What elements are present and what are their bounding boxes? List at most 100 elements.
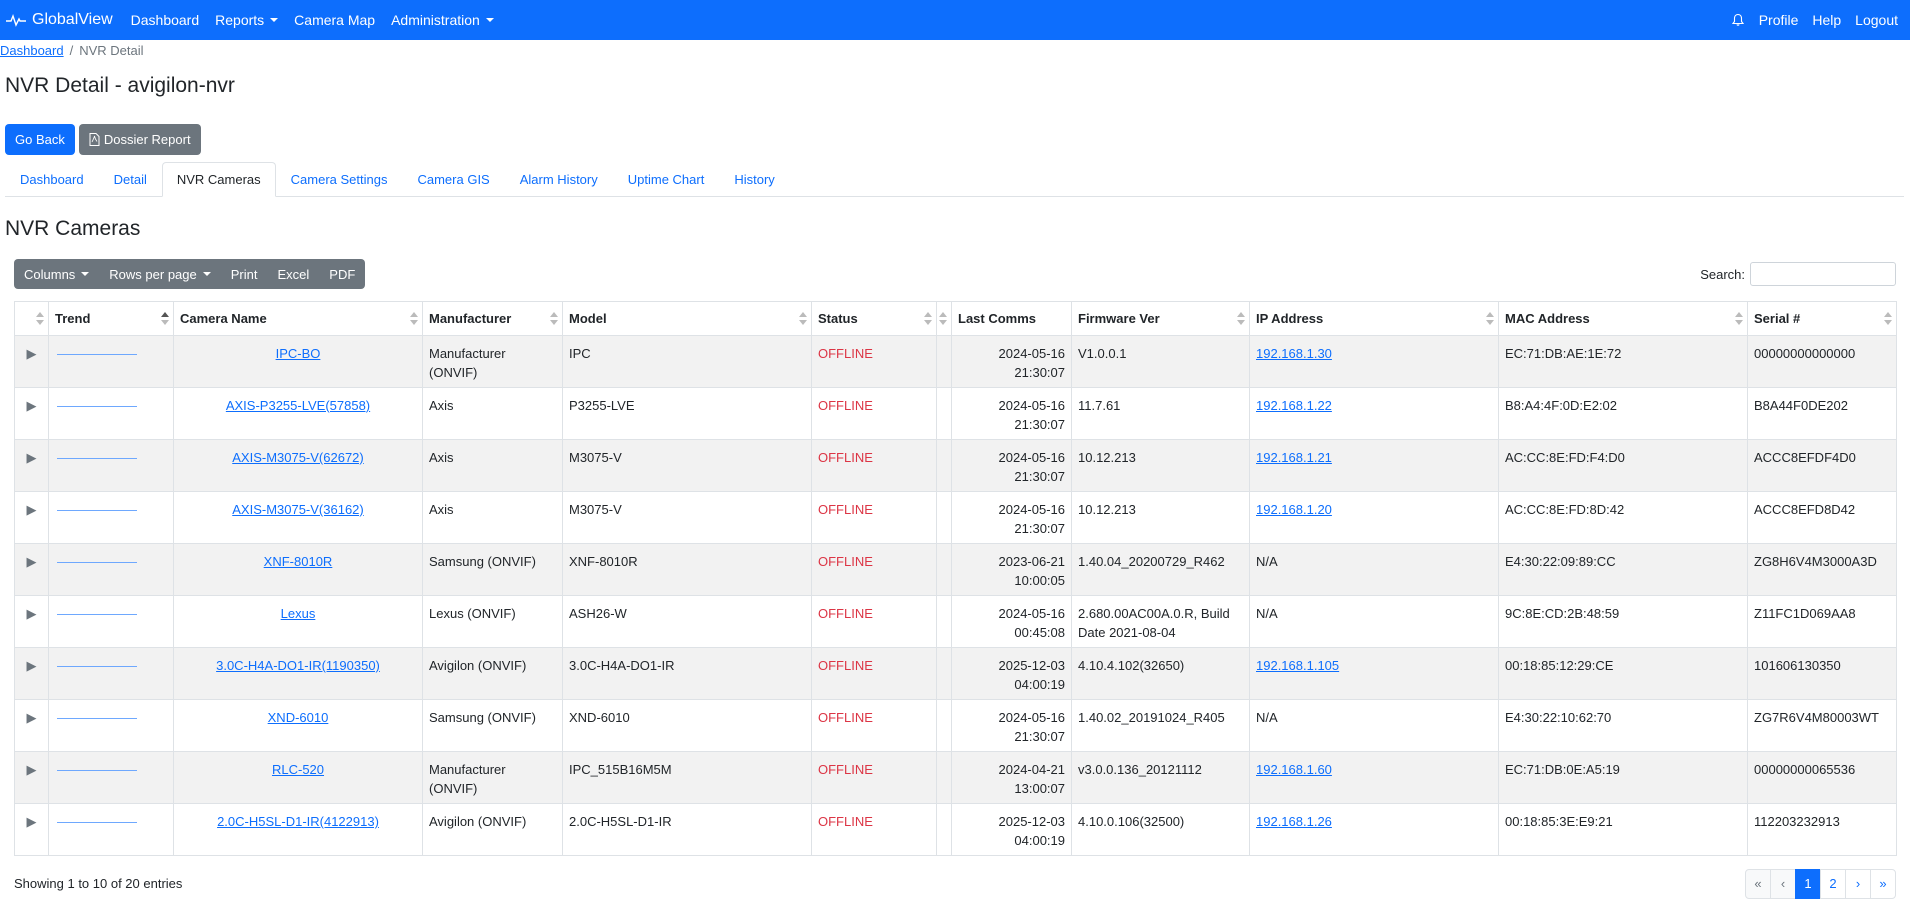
table-row[interactable]: ▶ 2.0C-H5SL-D1-IR(4122913) Avigilon (ONVIF… [14, 803, 1897, 856]
model-cell: XND-6010 [562, 699, 812, 752]
ip-address-link[interactable]: 192.168.1.21 [1256, 450, 1332, 465]
prev-page-button[interactable]: ‹ [1770, 868, 1796, 899]
status-cell: OFFLINE [811, 543, 937, 596]
sort-icon [410, 312, 418, 326]
notifications-button[interactable] [1731, 13, 1745, 27]
camera-name-link[interactable]: IPC-BO [276, 346, 321, 361]
table-row[interactable]: ▶ XND-6010 Samsung (ONVIF) XND-6010 OFFLINE 2… [14, 699, 1897, 752]
nav-help[interactable]: Help [1812, 12, 1841, 28]
camera-name-link[interactable]: AXIS-M3075-V(62672) [232, 450, 364, 465]
model-column-header[interactable]: Model [562, 301, 812, 336]
camera-name-link[interactable]: RLC-520 [272, 762, 324, 777]
tab-uptime-chart[interactable]: Uptime Chart [613, 162, 720, 197]
ip-address-link[interactable]: 192.168.1.60 [1256, 762, 1332, 777]
camera-name-column-header[interactable]: Camera Name [173, 301, 423, 336]
dossier-report-button[interactable]: Dossier Report [78, 124, 201, 155]
last-comms-time: 21:30:07 [1014, 521, 1065, 536]
ip-address-link[interactable]: 192.168.1.30 [1256, 346, 1332, 361]
row-expand-cell[interactable]: ▶ [14, 543, 49, 596]
row-expand-cell[interactable]: ▶ [14, 491, 49, 544]
tab-alarm-history[interactable]: Alarm History [505, 162, 613, 197]
row-expand-cell[interactable]: ▶ [14, 387, 49, 440]
brand[interactable]: GlobalView [6, 11, 113, 29]
table-row[interactable]: ▶ IPC-BO Manufacturer (ONVIF) IPC OFFLINE 202… [14, 335, 1897, 388]
expand-column-header[interactable] [14, 301, 49, 336]
ip-address-link[interactable]: 192.168.1.26 [1256, 814, 1332, 829]
excel-button[interactable]: Excel [267, 259, 319, 289]
tab-camera-gis[interactable]: Camera GIS [402, 162, 504, 197]
last-comms-time: 13:00:07 [1014, 781, 1065, 796]
nav-administration-dropdown[interactable]: Administration [391, 12, 494, 28]
last-comms-time: 21:30:07 [1014, 365, 1065, 380]
camera-name-link[interactable]: XNF-8010R [264, 554, 333, 569]
nav-reports-dropdown[interactable]: Reports [215, 12, 279, 28]
columns-dropdown[interactable]: Columns [14, 259, 99, 289]
last-comms-cell: 2024-05-16 21:30:07 [951, 335, 1072, 388]
status-column-header[interactable]: Status [811, 301, 937, 336]
tab-detail[interactable]: Detail [99, 162, 162, 197]
manufacturer-column-header[interactable]: Manufacturer [422, 301, 563, 336]
ip-address-column-header[interactable]: IP Address [1249, 301, 1499, 336]
trend-column-header[interactable]: Trend [48, 301, 174, 336]
excel-label: Excel [277, 266, 310, 282]
search-input[interactable] [1750, 262, 1896, 286]
ip-address-text: N/A [1256, 606, 1278, 621]
ip-address-cell: 192.168.1.22 [1249, 387, 1499, 440]
nav-dashboard[interactable]: Dashboard [131, 12, 200, 28]
sort-icon [161, 312, 169, 326]
camera-name-link[interactable]: XND-6010 [268, 710, 329, 725]
tab-nvr-cameras[interactable]: NVR Cameras [161, 162, 276, 197]
row-expand-cell[interactable]: ▶ [14, 335, 49, 388]
column-header-label: Model [569, 311, 607, 326]
tab-history[interactable]: History [719, 162, 789, 197]
page-1-button[interactable]: 1 [1795, 868, 1821, 899]
row-expand-cell[interactable]: ▶ [14, 595, 49, 648]
camera-name-link[interactable]: Lexus [281, 606, 316, 621]
table-row[interactable]: ▶ XNF-8010R Samsung (ONVIF) XNF-8010R OFFLIN… [14, 543, 1897, 596]
next-page-button[interactable]: › [1845, 868, 1871, 899]
last-comms-time: 21:30:07 [1014, 417, 1065, 432]
camera-name-link[interactable]: 3.0C-H4A-DO1-IR(1190350) [216, 658, 380, 673]
blank-column-header[interactable] [936, 301, 952, 336]
firmware-column-header[interactable]: Firmware Ver [1071, 301, 1250, 336]
table-row[interactable]: ▶ 3.0C-H4A-DO1-IR(1190350) Avigilon (ONVIF… [14, 647, 1897, 700]
first-page-button[interactable]: « [1745, 868, 1771, 899]
serial-column-header[interactable]: Serial # [1747, 301, 1897, 336]
table-row[interactable]: ▶ RLC-520 Manufacturer (ONVIF) IPC_515B16M5… [14, 751, 1897, 804]
nav-dashboard-label: Dashboard [130, 12, 200, 28]
tab-label: NVR Cameras [176, 172, 261, 187]
row-expand-cell[interactable]: ▶ [14, 751, 49, 804]
manufacturer-cell: Axis [422, 387, 563, 440]
caret-down-icon [270, 18, 279, 22]
breadcrumb-home-link[interactable]: Dashboard [0, 43, 64, 58]
row-expand-cell[interactable]: ▶ [14, 699, 49, 752]
nav-profile[interactable]: Profile [1759, 12, 1799, 28]
last-comms-column-header[interactable]: Last Comms [951, 301, 1072, 336]
go-back-button[interactable]: Go Back [5, 124, 75, 155]
table-row[interactable]: ▶ Lexus Lexus (ONVIF) ASH26-W OFFLINE 2024-05… [14, 595, 1897, 648]
row-expand-cell[interactable]: ▶ [14, 647, 49, 700]
camera-name-link[interactable]: 2.0C-H5SL-D1-IR(4122913) [217, 814, 379, 829]
row-expand-cell[interactable]: ▶ [14, 803, 49, 856]
nav-camera-map[interactable]: Camera Map [294, 12, 375, 28]
table-row[interactable]: ▶ AXIS-M3075-V(36162) Axis M3075-V OFFLINE 20… [14, 491, 1897, 544]
table-row[interactable]: ▶ AXIS-M3075-V(62672) Axis M3075-V OFFLINE 20… [14, 439, 1897, 492]
serial-cell: ACCC8EFD8D42 [1747, 491, 1897, 544]
pdf-button[interactable]: PDF [319, 259, 365, 289]
page-2-button[interactable]: 2 [1820, 868, 1846, 899]
camera-name-link[interactable]: AXIS-M3075-V(36162) [232, 502, 364, 517]
ip-address-link[interactable]: 192.168.1.105 [1256, 658, 1339, 673]
trend-sparkline [57, 458, 137, 459]
tab-camera-settings[interactable]: Camera Settings [276, 162, 403, 197]
mac-address-column-header[interactable]: MAC Address [1498, 301, 1748, 336]
nav-logout[interactable]: Logout [1855, 12, 1898, 28]
ip-address-link[interactable]: 192.168.1.20 [1256, 502, 1332, 517]
rows-per-page-dropdown[interactable]: Rows per page [99, 259, 220, 289]
print-button[interactable]: Print [221, 259, 268, 289]
last-page-button[interactable]: » [1870, 868, 1896, 899]
camera-name-link[interactable]: AXIS-P3255-LVE(57858) [226, 398, 370, 413]
row-expand-cell[interactable]: ▶ [14, 439, 49, 492]
table-row[interactable]: ▶ AXIS-P3255-LVE(57858) Axis P3255-LVE OFFLI… [14, 387, 1897, 440]
ip-address-link[interactable]: 192.168.1.22 [1256, 398, 1332, 413]
tab-dashboard[interactable]: Dashboard [5, 162, 99, 197]
